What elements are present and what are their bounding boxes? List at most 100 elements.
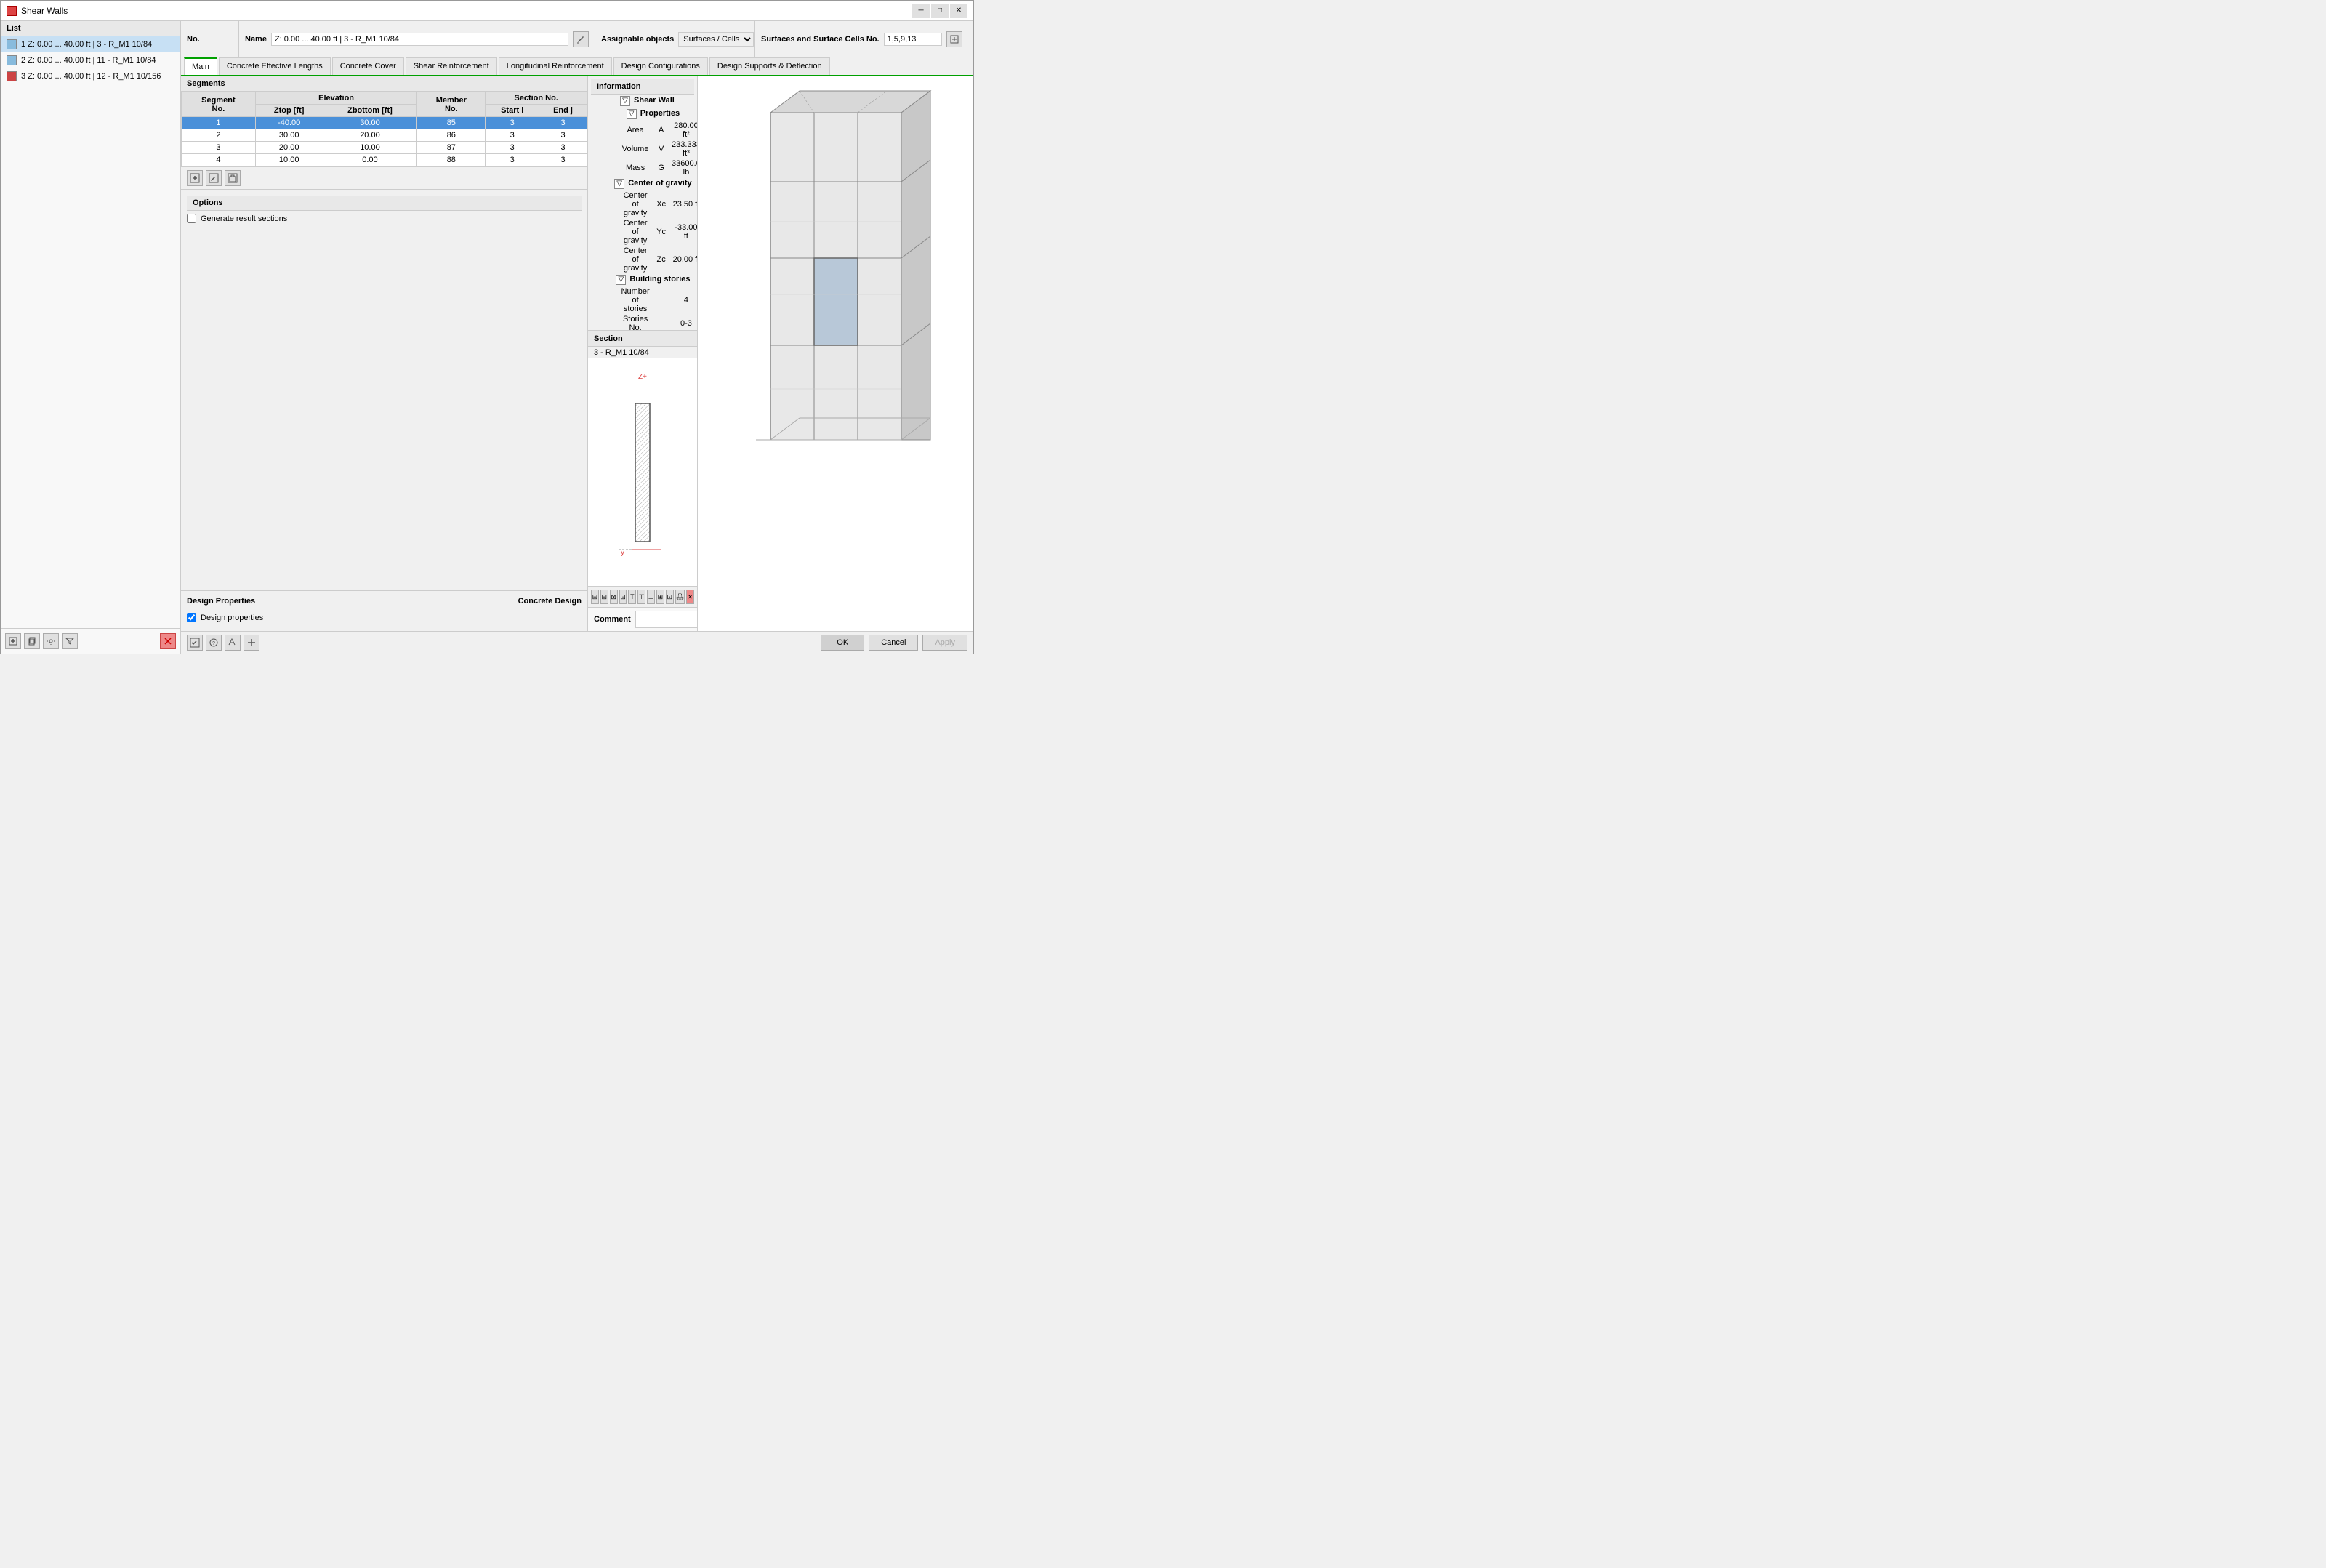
tab-main[interactable]: Main bbox=[184, 57, 217, 75]
list-header: List bbox=[1, 21, 180, 36]
section-toolbar: ⊞ ⊟ ⊠ ⊡ T ⊤ ⊥ ⊞ ⊡ 🖨 ✕ bbox=[588, 586, 697, 607]
section-tool-8[interactable]: ⊞ bbox=[656, 590, 664, 604]
section-header-title: Section bbox=[588, 331, 697, 347]
list-filter-button[interactable] bbox=[62, 633, 78, 649]
area-symbol: A bbox=[653, 121, 669, 140]
list-item-color-1 bbox=[7, 39, 17, 49]
list-item-3[interactable]: 3 Z: 0.00 ... 40.00 ft | 12 - R_M1 10/15… bbox=[1, 68, 180, 84]
design-props-label[interactable]: Design properties bbox=[201, 614, 263, 622]
name-input[interactable] bbox=[271, 33, 568, 46]
section-tool-11[interactable]: ✕ bbox=[686, 590, 694, 604]
content-area: Segments SegmentNo. Elevation MemberNo. … bbox=[181, 76, 973, 631]
cog-label: Center of gravity bbox=[628, 179, 691, 188]
surfaces-input[interactable] bbox=[884, 33, 942, 46]
segment-edit-button[interactable] bbox=[206, 170, 222, 186]
list-item-label-3: 3 Z: 0.00 ... 40.00 ft | 12 - R_M1 10/15… bbox=[21, 72, 161, 81]
section-tool-10[interactable]: 🖨 bbox=[675, 590, 685, 604]
cog-yc-value: -33.00 ft bbox=[669, 218, 697, 246]
options-title: Options bbox=[187, 196, 582, 211]
td-zbottom-4: 0.00 bbox=[323, 154, 417, 166]
generate-result-label[interactable]: Generate result sections bbox=[201, 214, 287, 223]
table-row-3[interactable]: 3 20.00 10.00 87 3 3 bbox=[182, 142, 587, 154]
stories-no-label: Stories No. bbox=[591, 314, 653, 331]
info-stories-no-row: Stories No. 0-3 bbox=[591, 314, 697, 331]
area-label: Area bbox=[591, 121, 653, 140]
list-duplicate-button[interactable] bbox=[24, 633, 40, 649]
area-value: 280.00 ft² bbox=[669, 121, 697, 140]
info-area-row: Area A 280.00 ft² bbox=[591, 121, 697, 140]
minimize-button[interactable]: ─ bbox=[912, 4, 930, 18]
apply-button[interactable]: Apply bbox=[922, 635, 967, 651]
section-svg bbox=[621, 400, 664, 545]
stories-no-symbol bbox=[653, 314, 669, 331]
table-row-4[interactable]: 4 10.00 0.00 88 3 3 bbox=[182, 154, 587, 166]
list-settings-button[interactable] bbox=[43, 633, 59, 649]
section-tool-9[interactable]: ⊡ bbox=[666, 590, 674, 604]
cog-zc-value: 20.00 ft bbox=[669, 246, 697, 273]
table-row-1[interactable]: 1 -40.00 30.00 85 3 3 bbox=[182, 117, 587, 129]
segments-table-container: SegmentNo. Elevation MemberNo. Section N… bbox=[181, 92, 587, 166]
properties-label: Properties bbox=[640, 109, 680, 118]
list-items: 1 Z: 0.00 ... 40.00 ft | 3 - R_M1 10/84 … bbox=[1, 36, 180, 628]
td-member-4: 88 bbox=[417, 154, 486, 166]
design-props-checkbox[interactable] bbox=[187, 613, 196, 622]
cog-zc-symbol: Zc bbox=[653, 246, 669, 273]
surfaces-pick-button[interactable] bbox=[946, 31, 962, 47]
section-tool-4[interactable]: ⊡ bbox=[619, 590, 627, 604]
design-properties-section: Design Properties Concrete Design Design… bbox=[181, 590, 587, 631]
th-ztop: Ztop [ft] bbox=[255, 105, 323, 117]
tab-design-supports[interactable]: Design Supports & Deflection bbox=[709, 57, 830, 75]
footer-btn-4[interactable] bbox=[244, 635, 259, 651]
design-header: Design Properties Concrete Design bbox=[187, 597, 582, 606]
list-item-1[interactable]: 1 Z: 0.00 ... 40.00 ft | 3 - R_M1 10/84 bbox=[1, 36, 180, 52]
info-properties-row: ▽ Properties bbox=[591, 108, 697, 121]
footer-btn-3[interactable] bbox=[225, 635, 241, 651]
cog-z-label: Center of gravity bbox=[591, 246, 653, 273]
maximize-button[interactable]: □ bbox=[931, 4, 949, 18]
shear-wall-expand[interactable]: ▽ bbox=[620, 96, 630, 106]
list-item-2[interactable]: 2 Z: 0.00 ... 40.00 ft | 11 - R_M1 10/84 bbox=[1, 52, 180, 68]
section-tool-7[interactable]: ⊥ bbox=[647, 590, 655, 604]
properties-expand[interactable]: ▽ bbox=[627, 109, 637, 119]
main-window: Shear Walls ─ □ ✕ List 1 Z: 0.00 ... 40.… bbox=[0, 0, 974, 654]
section-tool-1[interactable]: ⊞ bbox=[591, 590, 599, 604]
comment-input[interactable] bbox=[635, 611, 697, 628]
tab-concrete-cover[interactable]: Concrete Cover bbox=[332, 57, 404, 75]
volume-label: Volume bbox=[591, 140, 653, 158]
footer-btn-1[interactable] bbox=[187, 635, 203, 651]
surfaces-label: Surfaces and Surface Cells No. bbox=[761, 35, 880, 44]
generate-result-checkbox[interactable] bbox=[187, 214, 196, 223]
td-end-4: 3 bbox=[539, 154, 587, 166]
tab-concrete-lengths[interactable]: Concrete Effective Lengths bbox=[219, 57, 331, 75]
mass-symbol: G bbox=[653, 158, 669, 177]
close-button[interactable]: ✕ bbox=[950, 4, 967, 18]
td-ztop-4: 10.00 bbox=[255, 154, 323, 166]
tab-design-configurations[interactable]: Design Configurations bbox=[613, 57, 708, 75]
section-tool-5[interactable]: T bbox=[628, 590, 636, 604]
section-tool-2[interactable]: ⊟ bbox=[600, 590, 608, 604]
assignable-select[interactable]: Surfaces / Cells bbox=[678, 32, 754, 47]
comment-bar: Comment bbox=[588, 607, 697, 631]
table-row-2[interactable]: 2 30.00 20.00 86 3 3 bbox=[182, 129, 587, 142]
list-add-button[interactable] bbox=[5, 633, 21, 649]
td-start-2: 3 bbox=[486, 129, 539, 142]
segment-add-button[interactable] bbox=[187, 170, 203, 186]
stories-label: Building stories bbox=[629, 275, 690, 284]
cancel-button[interactable]: Cancel bbox=[869, 635, 918, 651]
footer-right-buttons: OK Cancel Apply bbox=[821, 635, 967, 651]
stories-expand[interactable]: ▽ bbox=[616, 275, 626, 285]
left-panel: List 1 Z: 0.00 ... 40.00 ft | 3 - R_M1 1… bbox=[1, 21, 181, 654]
td-member-2: 86 bbox=[417, 129, 486, 142]
no-field-group: No. bbox=[181, 21, 239, 57]
cog-expand[interactable]: ▽ bbox=[614, 179, 624, 189]
tab-shear-reinforcement[interactable]: Shear Reinforcement bbox=[406, 57, 497, 75]
list-delete-button[interactable] bbox=[160, 633, 176, 649]
tab-longitudinal-reinforcement[interactable]: Longitudinal Reinforcement bbox=[499, 57, 612, 75]
name-edit-button[interactable] bbox=[573, 31, 589, 47]
section-tool-3[interactable]: ⊠ bbox=[610, 590, 618, 604]
footer-btn-2[interactable]: ? bbox=[206, 635, 222, 651]
td-ztop-3: 20.00 bbox=[255, 142, 323, 154]
ok-button[interactable]: OK bbox=[821, 635, 864, 651]
section-tool-6[interactable]: ⊤ bbox=[637, 590, 645, 604]
segment-delete-button[interactable] bbox=[225, 170, 241, 186]
